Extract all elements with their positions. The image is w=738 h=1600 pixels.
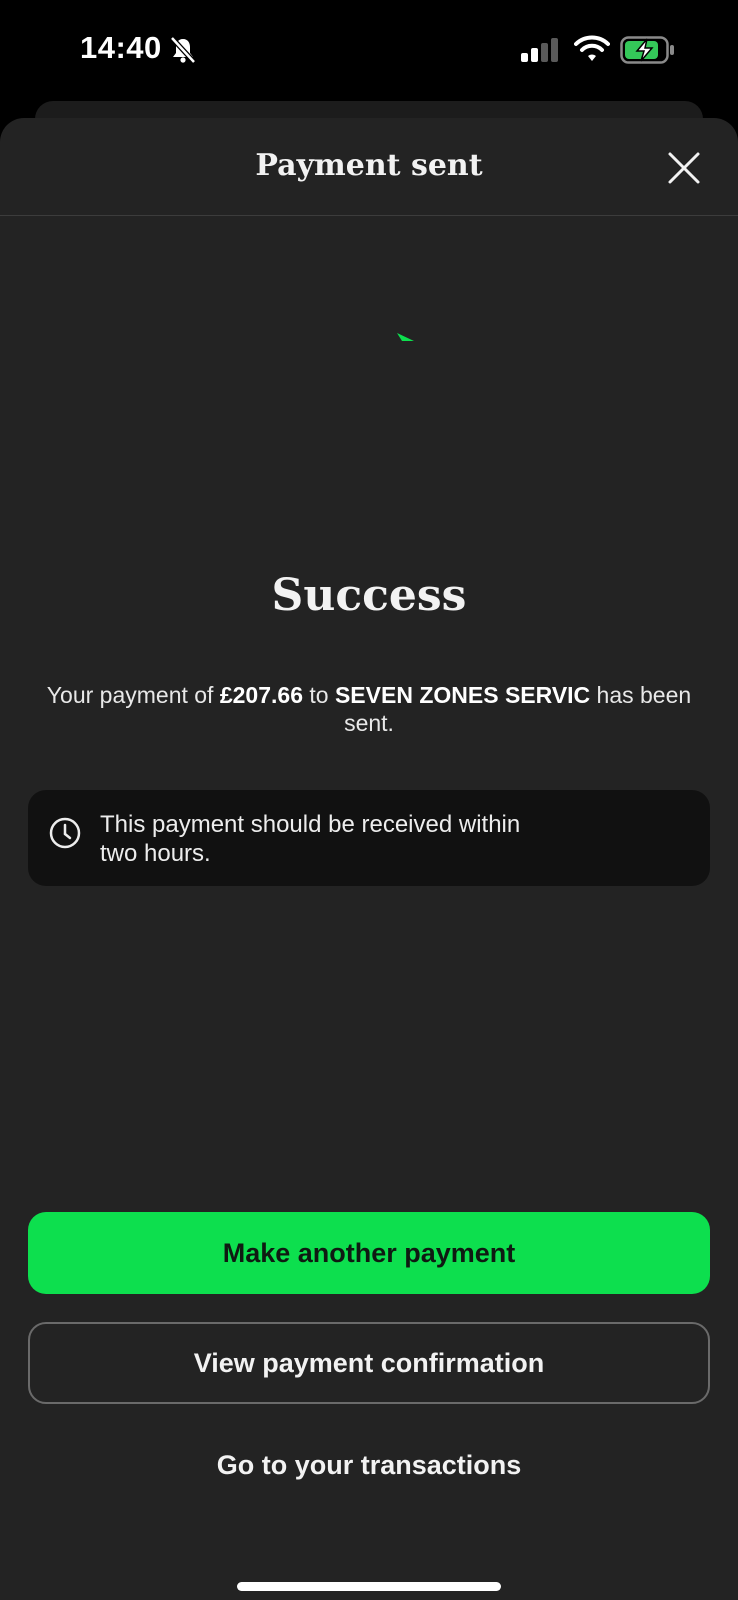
bell-muted-icon <box>170 36 196 64</box>
recipient-name: SEVEN ZONES SERVIC <box>334 682 591 708</box>
view-payment-confirmation-button[interactable]: View payment confirmation <box>28 1322 710 1404</box>
make-another-payment-button[interactable]: Make another payment <box>28 1212 710 1294</box>
message-prefix: Your payment of <box>46 682 220 708</box>
battery-charging-icon <box>620 36 674 64</box>
page-title: Payment sent <box>255 148 483 183</box>
status-time: 14:40 <box>80 30 162 65</box>
loading-spinner-icon <box>397 333 414 341</box>
wifi-icon <box>574 35 610 61</box>
message-middle: to <box>302 682 335 708</box>
go-to-transactions-link[interactable]: Go to your transactions <box>0 1450 738 1481</box>
home-indicator <box>237 1582 501 1591</box>
success-heading: Success <box>271 570 467 621</box>
payment-amount: £207.66 <box>219 682 303 708</box>
payment-message: Your payment of £207.66 to SEVEN ZONES S… <box>22 681 716 737</box>
delivery-info-box: This payment should be received within t… <box>28 790 710 886</box>
payment-sent-sheet: Payment sent Success Your payment of £20… <box>0 118 738 1600</box>
signal-icon <box>521 38 558 62</box>
clock-icon <box>49 817 81 849</box>
info-line-1: This payment should be received within <box>100 811 521 838</box>
sheet-header: Payment sent <box>0 118 738 216</box>
close-icon[interactable] <box>662 146 706 190</box>
info-line-2: two hours. <box>100 840 211 867</box>
delivery-info-text: This payment should be received within t… <box>100 810 600 868</box>
status-bar: 14:40 <box>0 0 738 100</box>
